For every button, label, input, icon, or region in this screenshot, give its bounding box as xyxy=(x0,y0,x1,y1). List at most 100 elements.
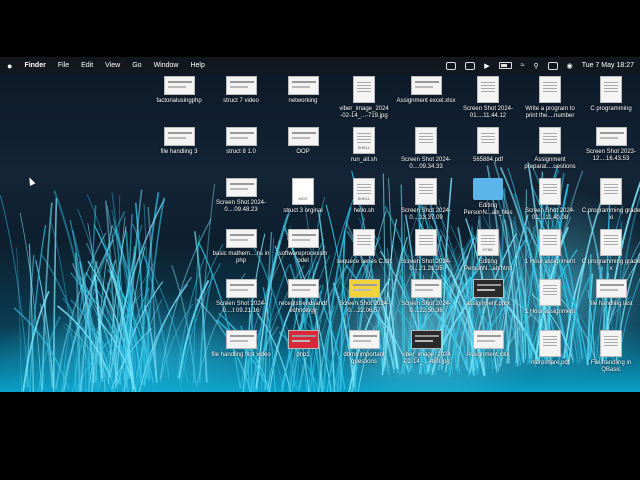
menu-edit[interactable]: Edit xyxy=(81,62,93,69)
desktop-file-label: softwareprocessm odel xyxy=(278,251,328,264)
menu-file[interactable]: File xyxy=(58,62,69,69)
apple-icon[interactable]: ● xyxy=(7,61,12,71)
desktop-file-icon[interactable]: SHELL run_all.sh xyxy=(334,127,394,164)
desktop-file-icon[interactable]: Write a program to print the....number xyxy=(520,76,580,120)
file-type-tag: MOV xyxy=(298,196,308,201)
desktop-file-label: Assignment excel.xlsx xyxy=(396,98,456,104)
desktop-file-icon[interactable]: basic mathem....ns in php xyxy=(211,229,271,265)
desktop-file-icon[interactable]: C programming xyxy=(581,76,640,113)
desktop-file-icon[interactable]: 565884.pdf xyxy=(458,127,518,164)
m-icon[interactable] xyxy=(446,61,457,70)
desktop-file-icon[interactable]: file handling 3 xyxy=(149,127,209,156)
desktop-file-label: struct 7 video xyxy=(223,98,259,104)
desktop-file-label: viber_image_2024 -02-14_...-719.jpg xyxy=(339,106,389,119)
desktop-file-label: factorialusingphp xyxy=(156,98,202,104)
desktop-file-icon[interactable]: dbms important questions xyxy=(334,330,394,366)
file-thumbnail-icon xyxy=(287,127,319,146)
desktop-file-label: Editing PersonN...ab_files xyxy=(463,203,513,216)
desktop-file-label: 1 Hour assignment xyxy=(524,259,576,265)
file-thumbnail-icon xyxy=(287,279,319,298)
desktop-file-label: sequece series C.drt xyxy=(336,259,392,265)
desktop-file-label: meroshare.pdf xyxy=(530,360,570,366)
file-thumbnail-icon xyxy=(225,279,257,298)
desktop-file-icon[interactable]: php1 xyxy=(273,330,333,359)
desktop-screen: ● Finder File Edit View Go Window Help ▶… xyxy=(0,57,640,392)
desktop-file-icon[interactable]: Screen Shot 2024-0....t 09.21.16 xyxy=(211,279,271,315)
desktop-file-label: run_all.sh xyxy=(350,157,377,163)
desktop-file-icon[interactable]: Screen Shot 2024-0....13.37.09 xyxy=(396,178,456,222)
desktop-file-icon[interactable]: Editing PersonN...ab_files xyxy=(458,178,518,217)
desktop-file-icon[interactable]: Assignment preparat....uestions xyxy=(520,127,580,171)
desktop-file-icon[interactable]: C programming grade xi xyxy=(581,178,640,222)
file-thumbnail-icon: HTML xyxy=(477,229,499,256)
desktop-file-icon[interactable]: viber_image_2024 -02-14_...-489.jpg xyxy=(396,330,456,366)
file-thumbnail-icon xyxy=(600,229,622,256)
desktop-file-icon[interactable]: MOV struct 3 orginal xyxy=(273,178,333,215)
desktop-file-icon[interactable]: HTML Editing PersonN...ab.html xyxy=(458,229,518,273)
file-thumbnail-icon xyxy=(477,127,499,154)
desktop-file-label: php1 xyxy=(296,352,310,358)
siri-icon[interactable]: ◉ xyxy=(567,62,573,70)
file-thumbnail-icon xyxy=(600,76,622,103)
menu-window[interactable]: Window xyxy=(154,62,179,69)
file-thumbnail-icon xyxy=(410,76,442,95)
desktop-file-icon[interactable]: softwareprocessm odel xyxy=(273,229,333,265)
file-thumbnail-icon xyxy=(163,76,195,95)
file-thumbnail-icon xyxy=(595,279,627,298)
desktop-file-icon[interactable]: SHELL hello.sh xyxy=(334,178,394,215)
desktop-file-icon[interactable]: OOP xyxy=(273,127,333,156)
desktop-file-icon[interactable]: Screen Shot 2024-01....11.44.12 xyxy=(458,76,518,120)
desktop-file-icon[interactable]: file handling first video xyxy=(211,330,271,359)
menu-help[interactable]: Help xyxy=(190,62,204,69)
desktop-file-icon[interactable]: Screen Shot 2024-0....21.21.35 xyxy=(396,229,456,273)
menu-view[interactable]: View xyxy=(105,62,120,69)
desktop-file-label: File handling in QBasic xyxy=(590,360,632,373)
search-icon[interactable]: ⚲ xyxy=(533,62,538,70)
desktop-file-icon[interactable]: networking xyxy=(273,76,333,105)
desktop-file-label: 565884.pdf xyxy=(472,157,504,163)
desktop-file-icon[interactable]: Screen Shot 2024-0....22.06.57 xyxy=(334,279,394,315)
control-center-icon[interactable] xyxy=(547,61,558,70)
file-thumbnail-icon xyxy=(415,229,437,256)
battery-icon[interactable] xyxy=(498,62,512,69)
desktop-file-icon[interactable]: struct 8 1.0 xyxy=(211,127,271,156)
desktop-file-icon[interactable]: file handling last xyxy=(581,279,640,308)
file-thumbnail-icon xyxy=(225,76,257,95)
menu-app-finder[interactable]: Finder xyxy=(24,62,45,69)
desktop-file-icon[interactable]: sequece series C.drt xyxy=(334,229,394,266)
desktop-file-label: Screen Shot 2024-0....13.37.09 xyxy=(400,208,452,221)
desktop-file-icon[interactable]: Screen Shot 2024-0....09.48.23 xyxy=(211,178,271,214)
desktop-file-icon[interactable]: Assignment.xlsx xyxy=(458,330,518,359)
menu-go[interactable]: Go xyxy=(132,62,141,69)
file-thumbnail-icon xyxy=(287,229,319,248)
desktop-file-icon[interactable]: File handling in QBasic xyxy=(581,330,640,374)
file-thumbnail-icon xyxy=(539,76,561,103)
desktop-file-icon[interactable]: Screen Shot 2024-0....09.34.33 xyxy=(396,127,456,171)
file-thumbnail-icon xyxy=(410,330,442,349)
desktop-file-icon[interactable]: assignment.pptx xyxy=(458,279,518,308)
file-thumbnail-icon xyxy=(348,279,380,298)
menu-clock[interactable]: Tue 7 May 18:27 xyxy=(582,62,634,69)
file-type-tag: SHELL xyxy=(357,145,371,150)
desktop-file-icon[interactable]: Assignment excel.xlsx xyxy=(396,76,456,105)
desktop-file-icon[interactable]: recentstrendsandt echnology xyxy=(273,279,333,315)
desktop-file-label: recentstrendsandt echnology xyxy=(278,301,328,314)
desktop-file-icon[interactable]: struct 7 video xyxy=(211,76,271,105)
file-thumbnail-icon xyxy=(472,279,504,298)
desktop-file-icon[interactable]: Screen Shot 2023-12....16.43.53 xyxy=(581,127,640,163)
file-thumbnail-icon xyxy=(353,76,375,103)
file-thumbnail-icon xyxy=(353,229,375,256)
menu-bar: ● Finder File Edit View Go Window Help ▶… xyxy=(0,57,640,74)
play-icon[interactable]: ▶ xyxy=(484,62,489,70)
box-icon[interactable] xyxy=(465,61,476,70)
desktop-file-icon[interactable]: viber_image_2024 -02-14_...-719.jpg xyxy=(334,76,394,120)
file-thumbnail-icon xyxy=(225,330,257,349)
desktop-file-icon[interactable]: C programming grade x xyxy=(581,229,640,273)
desktop-file-icon[interactable]: Screen Shot 2024-0....22.50.36 xyxy=(396,279,456,315)
desktop-file-icon[interactable]: 1 Hour assignment xyxy=(520,229,580,266)
desktop-file-icon[interactable]: meroshare.pdf xyxy=(520,330,580,367)
desktop-file-icon[interactable]: factorialusingphp xyxy=(149,76,209,105)
wifi-icon[interactable]: ≈ xyxy=(521,62,525,69)
desktop-file-icon[interactable]: Screen Shot 2024-01....11.40.08 xyxy=(520,178,580,222)
desktop-file-icon[interactable]: 1 Hour assignment xyxy=(520,279,580,316)
